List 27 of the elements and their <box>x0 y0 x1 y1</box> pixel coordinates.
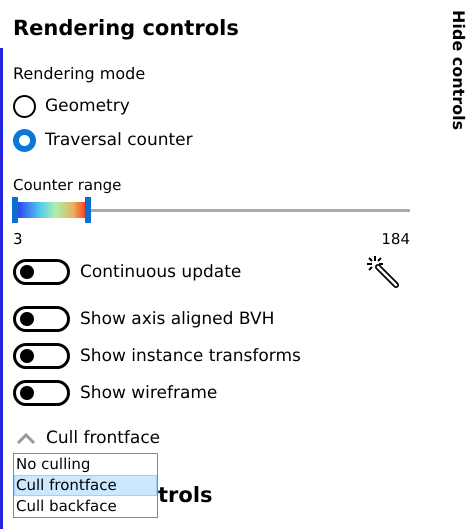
radio-button[interactable] <box>13 94 36 118</box>
toggle-label: Show wireframe <box>80 382 218 402</box>
toggle-switch[interactable] <box>13 258 70 284</box>
dropdown-option[interactable]: Cull frontface <box>14 475 157 496</box>
range-max: 184 <box>381 229 410 249</box>
hide-controls-button[interactable]: Hide controls <box>449 10 468 130</box>
slider-handle[interactable] <box>12 197 18 223</box>
radio-label[interactable]: Geometry <box>45 96 130 116</box>
toggle-label: Continuous update <box>80 262 242 282</box>
toggle-switch[interactable] <box>13 342 70 368</box>
toggle-label: Show axis aligned BVH <box>80 308 274 328</box>
panel-title: Rendering controls <box>13 15 240 42</box>
radio-label[interactable]: Traversal counter <box>45 130 193 150</box>
magic-wand-icon[interactable] <box>366 255 400 289</box>
toggle-switch[interactable] <box>13 306 70 332</box>
toggle-label: Show instance transforms <box>80 346 301 366</box>
culling-dropdown[interactable]: Cull frontface <box>13 423 160 453</box>
toggle-switch[interactable] <box>13 380 70 406</box>
rendering-mode-label: Rendering mode <box>13 63 146 85</box>
range-min: 3 <box>13 229 23 249</box>
chevron-icon <box>16 432 36 444</box>
counter-range-label: Counter range <box>13 175 122 195</box>
section-heading: trols <box>158 482 213 509</box>
dropdown-option[interactable]: Cull backface <box>14 496 157 517</box>
radio-button[interactable] <box>13 128 36 152</box>
dropdown-option[interactable]: No culling <box>14 454 157 475</box>
slider-handle[interactable] <box>85 197 92 223</box>
